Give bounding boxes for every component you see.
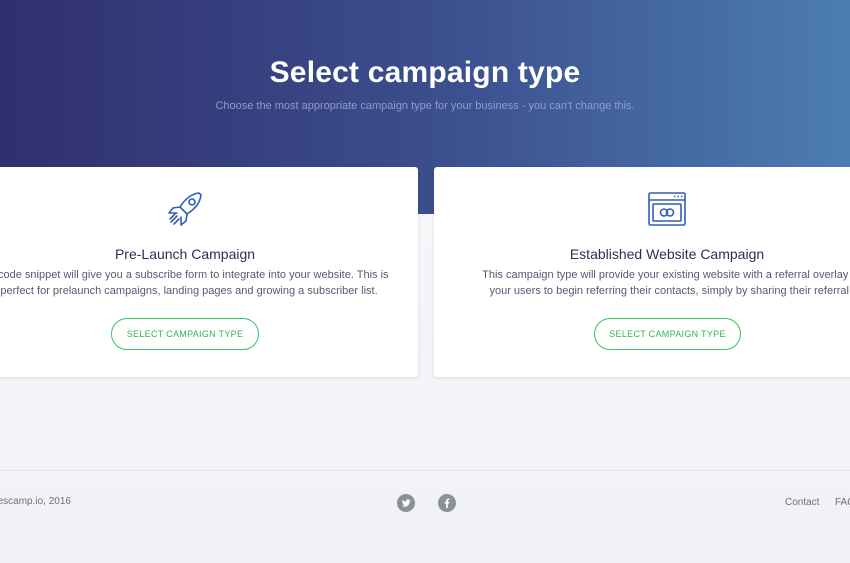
card-description: This campaign type will provide your exi… — [444, 267, 850, 299]
twitter-icon[interactable] — [397, 494, 415, 512]
footer-copyright: nt Salescamp.io, 2016 — [0, 496, 71, 507]
footer-link-faq[interactable]: FAQ — [835, 497, 850, 508]
page: Select campaign type Choose the most app… — [0, 0, 850, 563]
facebook-f-icon — [444, 498, 450, 508]
twitter-bird-icon — [401, 499, 411, 507]
card-description-line: perfect for prelaunch campaigns, landing… — [0, 285, 378, 297]
page-subtitle: Choose the most appropriate campaign typ… — [215, 100, 635, 112]
select-campaign-type-button[interactable]: SELECT CAMPAIGN TYPE — [111, 318, 259, 350]
footer-divider — [0, 470, 850, 471]
facebook-icon[interactable] — [438, 494, 456, 512]
page-title: Select campaign type — [269, 56, 581, 89]
card-description-line: your users to begin referring their cont… — [489, 285, 850, 297]
rocket-icon — [168, 192, 202, 226]
select-campaign-type-button[interactable]: SELECT CAMPAIGN TYPE — [594, 318, 741, 350]
footer-link-contact[interactable]: Contact — [785, 497, 819, 508]
browser-window-icon — [648, 192, 686, 226]
card-title: Established Website Campaign — [569, 246, 765, 262]
campaign-card-established-website: Established Website Campaign This campai… — [434, 167, 850, 377]
card-description-line: s code snippet will give you a subscribe… — [0, 269, 389, 281]
card-description-line: This campaign type will provide your exi… — [482, 269, 850, 281]
card-title: Pre-Launch Campaign — [114, 246, 256, 262]
campaign-card-pre-launch: Pre-Launch Campaign s code snippet will … — [0, 167, 418, 377]
card-description: s code snippet will give you a subscribe… — [0, 267, 418, 299]
